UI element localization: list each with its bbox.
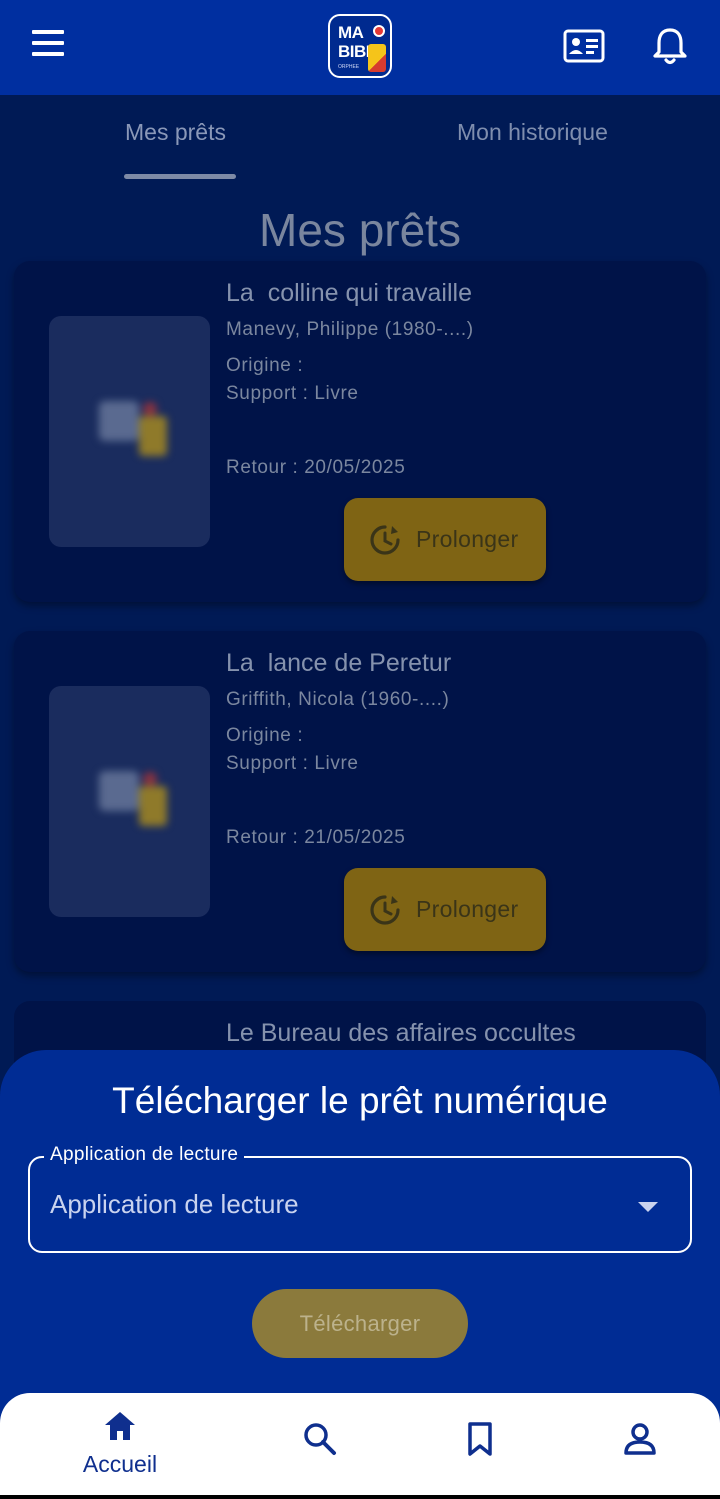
nav-item-home[interactable]: Accueil bbox=[30, 1393, 210, 1495]
select-value: Application de lecture bbox=[50, 1189, 299, 1219]
loan-title: La colline qui travaille bbox=[226, 279, 472, 307]
loan-origin: Origine : bbox=[226, 725, 304, 746]
logo-subtext: ORPHEE bbox=[338, 64, 360, 70]
download-button[interactable]: Télécharger bbox=[252, 1289, 468, 1358]
bottom-navigation: Accueil bbox=[0, 1393, 720, 1495]
nav-item-account[interactable] bbox=[550, 1393, 720, 1495]
renew-clock-icon bbox=[370, 895, 400, 925]
dropdown-caret-icon bbox=[638, 1202, 658, 1212]
reading-app-select[interactable]: Application de lecture Application de le… bbox=[28, 1144, 692, 1253]
page-title: Mes prêts bbox=[259, 204, 461, 256]
app-screen: MA BIBLI ORPHEE Mes prêts Mon historique… bbox=[0, 0, 720, 1495]
nav-item-search[interactable] bbox=[230, 1393, 410, 1495]
loan-card[interactable]: La lance de Peretur Griffith, Nicola (19… bbox=[14, 631, 706, 972]
download-sheet: Télécharger le prêt numérique Applicatio… bbox=[0, 1050, 720, 1440]
tab-mes-prets[interactable]: Mes prêts bbox=[125, 119, 226, 146]
home-icon bbox=[105, 1412, 135, 1440]
bookmark-icon bbox=[468, 1422, 492, 1456]
tab-indicator bbox=[124, 174, 236, 179]
prolong-label: Prolonger bbox=[416, 896, 519, 922]
prolong-button[interactable]: Prolonger bbox=[344, 498, 546, 581]
loan-support: Support : Livre bbox=[226, 753, 359, 774]
select-label: Application de lecture bbox=[44, 1144, 245, 1166]
loan-title: Le Bureau des affaires occultes bbox=[226, 1019, 576, 1047]
loan-card[interactable]: La colline qui travaille Manevy, Philipp… bbox=[14, 261, 706, 602]
loan-title: La lance de Peretur bbox=[226, 649, 452, 677]
app-logo: MA BIBLI ORPHEE bbox=[328, 14, 392, 78]
loan-return-date: Retour : 20/05/2025 bbox=[226, 457, 406, 478]
sheet-title: Télécharger le prêt numérique bbox=[112, 1080, 608, 1121]
prolong-label: Prolonger bbox=[416, 526, 519, 552]
loan-return-date: Retour : 21/05/2025 bbox=[226, 827, 406, 848]
nav-label-home: Accueil bbox=[82, 1451, 158, 1477]
nav-item-bookmarks[interactable] bbox=[390, 1393, 570, 1495]
account-icon bbox=[624, 1423, 656, 1455]
book-cover-placeholder bbox=[49, 316, 210, 547]
prolong-button[interactable]: Prolonger bbox=[344, 868, 546, 951]
loan-author: Manevy, Philippe (1980-....) bbox=[226, 319, 474, 340]
book-cover-placeholder bbox=[49, 686, 210, 917]
search-icon bbox=[304, 1423, 336, 1455]
logo-dot bbox=[373, 25, 385, 37]
renew-clock-icon bbox=[370, 525, 400, 555]
top-app-bar: MA BIBLI ORPHEE bbox=[0, 0, 720, 95]
loan-author: Griffith, Nicola (1960-....) bbox=[226, 689, 450, 710]
system-gesture-bar bbox=[0, 1495, 720, 1499]
logo-text-ma: MA bbox=[338, 23, 364, 42]
logo-stripe bbox=[368, 44, 386, 72]
menu-icon[interactable] bbox=[30, 30, 70, 62]
loan-support: Support : Livre bbox=[226, 383, 359, 404]
tab-mon-historique[interactable]: Mon historique bbox=[457, 119, 608, 146]
id-card-icon[interactable] bbox=[563, 27, 605, 65]
tab-bar: Mes prêts Mon historique bbox=[0, 95, 720, 181]
loan-origin: Origine : bbox=[226, 355, 304, 376]
bell-icon[interactable] bbox=[648, 24, 692, 68]
